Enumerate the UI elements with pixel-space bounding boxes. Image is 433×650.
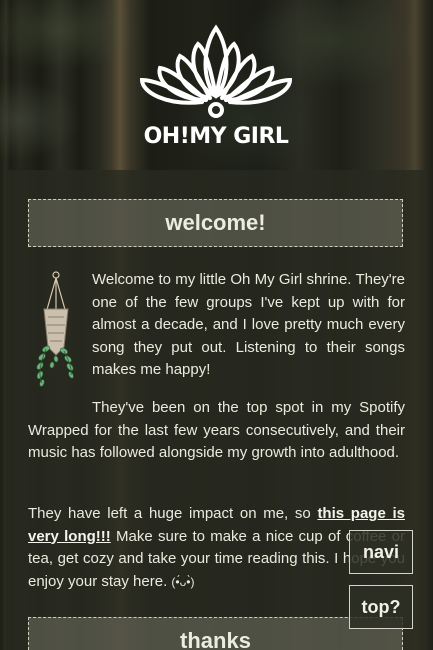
navi-button[interactable]: navi xyxy=(349,530,413,574)
impact-text-start: They have left a huge impact on me, so xyxy=(28,505,318,522)
crown-logo-icon xyxy=(139,24,293,118)
spotify-paragraph: They've been on the top spot in my Spoti… xyxy=(28,399,405,461)
welcome-heading: welcome! xyxy=(28,199,403,247)
logo-text: OH!MY GIRL xyxy=(143,124,289,149)
kaomoji: (•́ᴗ•̀) xyxy=(171,574,195,589)
top-button[interactable]: top? xyxy=(349,585,413,629)
intro-text: Welcome to my little Oh My Girl shrine. … xyxy=(92,271,405,378)
hanging-plant-icon xyxy=(36,271,74,387)
thanks-heading: thanks xyxy=(28,617,403,650)
intro-paragraph: Welcome to my little Oh My Girl shrine. … xyxy=(28,269,405,387)
content-panel: welcome! Welcome to my little Oh My Girl… xyxy=(8,170,425,650)
site-logo: OH!MY GIRL xyxy=(131,22,301,152)
